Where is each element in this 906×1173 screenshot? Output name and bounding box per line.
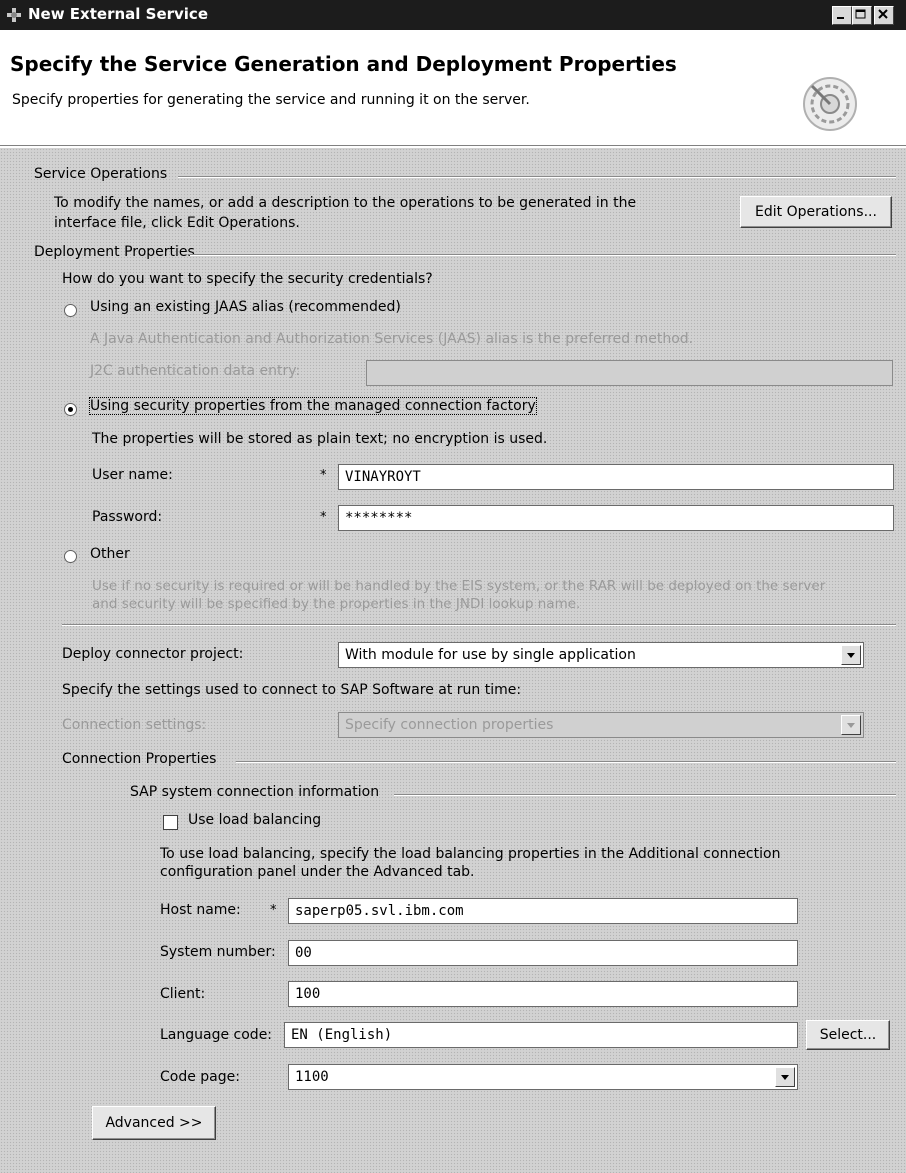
connection-properties-divider (236, 761, 896, 763)
deploy-connector-value: With module for use by single applicatio… (345, 647, 636, 663)
wizard-body: Service Operations To modify the names, … (0, 148, 906, 1173)
deploy-connector-label: Deploy connector project: (62, 646, 244, 662)
client-label: Client: (160, 986, 206, 1002)
service-operations-desc-line1: To modify the names, or add a descriptio… (54, 195, 637, 211)
other-radio[interactable] (64, 550, 77, 563)
runtime-settings-question: Specify the settings used to connect to … (62, 682, 522, 698)
host-name-required-marker: * (270, 903, 277, 918)
wizard-window: New External Service Specify the Service… (0, 0, 906, 1173)
window-title: New External Service (28, 5, 208, 23)
host-name-label: Host name: (160, 902, 241, 918)
page-title: Specify the Service Generation and Deplo… (10, 52, 677, 76)
jaas-alias-description: A Java Authentication and Authorization … (90, 331, 694, 347)
security-credentials-question: How do you want to specify the security … (62, 271, 433, 287)
deployment-properties-group-label: Deployment Properties (34, 244, 195, 260)
j2c-entry-input[interactable] (366, 360, 893, 386)
connection-settings-label: Connection settings: (62, 717, 207, 733)
deploy-connector-select[interactable]: With module for use by single applicatio… (338, 642, 864, 668)
connection-settings-select: Specify connection properties (338, 712, 864, 738)
maximize-button[interactable] (852, 6, 872, 25)
code-page-value: 1100 (295, 1069, 329, 1085)
close-button[interactable] (874, 6, 894, 25)
security-divider (62, 624, 896, 626)
other-label[interactable]: Other (90, 546, 130, 562)
page-subtitle: Specify properties for generating the se… (12, 92, 530, 108)
advanced-button[interactable]: Advanced >> (92, 1106, 216, 1140)
maximize-icon (855, 9, 866, 19)
system-number-input[interactable]: 00 (288, 940, 798, 966)
password-input[interactable]: ******** (338, 505, 894, 531)
password-required-marker: * (320, 510, 327, 525)
connection-settings-dropdown-icon (841, 715, 861, 735)
jaas-alias-radio[interactable] (64, 304, 77, 317)
username-label: User name: (92, 467, 173, 483)
wizard-header: Specify the Service Generation and Deplo… (0, 30, 906, 146)
load-balancing-desc-line1: To use load balancing, specify the load … (160, 846, 781, 862)
sap-connection-divider (394, 794, 896, 796)
username-required-marker: * (320, 468, 327, 483)
minimize-icon (837, 17, 844, 19)
load-balancing-desc-line2: configuration panel under the Advanced t… (160, 864, 475, 880)
host-name-input[interactable]: saperp05.svl.ibm.com (288, 898, 798, 924)
code-page-label: Code page: (160, 1069, 240, 1085)
sap-connection-group-label: SAP system connection information (130, 784, 380, 800)
client-input[interactable]: 100 (288, 981, 798, 1007)
service-operations-group-label: Service Operations (34, 166, 168, 182)
title-bar: New External Service (0, 0, 906, 30)
app-icon (7, 8, 21, 22)
language-code-label: Language code: (160, 1027, 273, 1043)
plain-text-note: The properties will be stored as plain t… (92, 431, 548, 447)
close-icon (878, 9, 888, 19)
code-page-select[interactable]: 1100 (288, 1064, 798, 1090)
language-code-input[interactable]: EN (English) (284, 1022, 798, 1048)
other-description-line2: and security will be specified by the pr… (92, 596, 581, 612)
code-page-dropdown-icon[interactable] (775, 1067, 795, 1087)
wizard-banner-icon (803, 77, 857, 131)
deployment-properties-divider (190, 254, 896, 256)
service-operations-divider (178, 176, 896, 178)
edit-operations-button[interactable]: Edit Operations... (740, 196, 892, 228)
connection-settings-value: Specify connection properties (345, 717, 554, 733)
connection-properties-group-label: Connection Properties (62, 751, 217, 767)
password-label: Password: (92, 509, 163, 525)
deploy-connector-dropdown-icon[interactable] (841, 645, 861, 665)
other-description-line1: Use if no security is required or will b… (92, 578, 826, 594)
service-operations-desc-line2: interface file, click Edit Operations. (54, 215, 300, 231)
mcf-security-label[interactable]: Using security properties from the manag… (89, 397, 537, 415)
jaas-alias-label[interactable]: Using an existing JAAS alias (recommende… (90, 299, 401, 315)
system-number-label: System number: (160, 944, 276, 960)
j2c-entry-label: J2C authentication data entry: (90, 363, 301, 379)
username-input[interactable]: VINAYROYT (338, 464, 894, 490)
load-balancing-label[interactable]: Use load balancing (188, 812, 321, 828)
minimize-button[interactable] (832, 6, 852, 25)
mcf-security-radio[interactable] (64, 403, 77, 416)
select-language-button[interactable]: Select... (806, 1020, 890, 1050)
load-balancing-checkbox[interactable] (163, 815, 178, 830)
